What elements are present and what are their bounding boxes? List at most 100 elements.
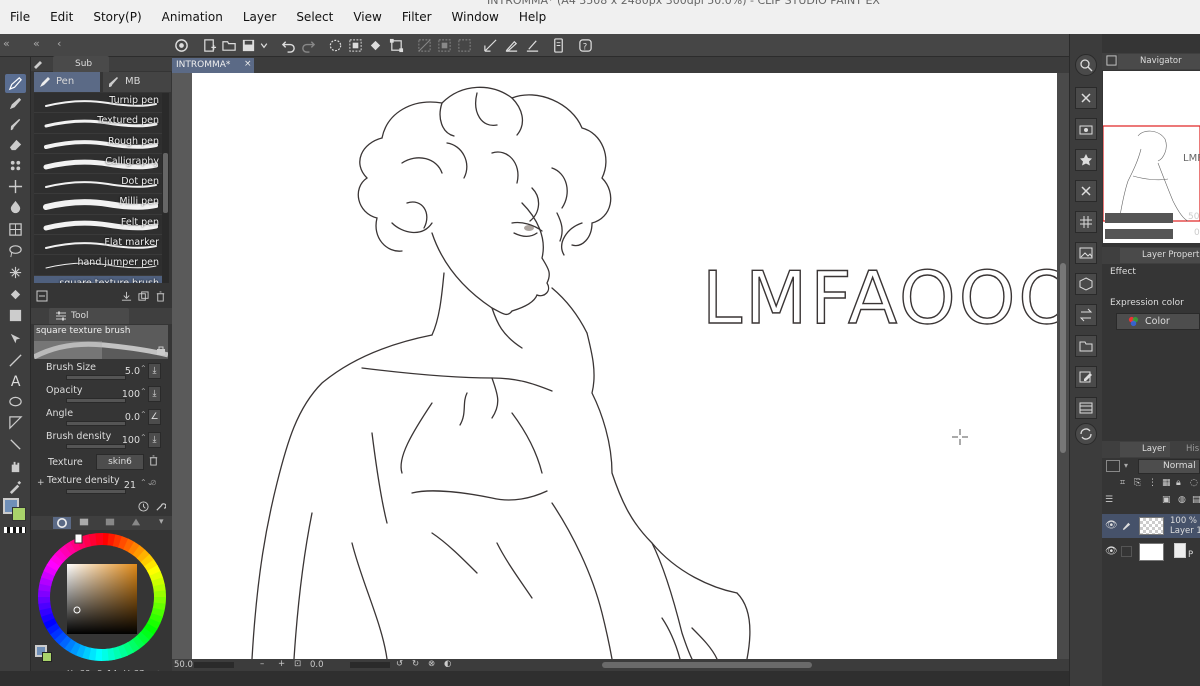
- camera-icon[interactable]: [1075, 118, 1097, 140]
- correct-line-tool-icon[interactable]: [5, 435, 26, 454]
- brush-item[interactable]: Turnip pen: [34, 93, 162, 114]
- layer-lock-icon[interactable]: 🔒︎: [1176, 478, 1181, 488]
- texture-density-value[interactable]: 21: [114, 480, 136, 491]
- visibility-eye-icon[interactable]: 👁︎: [1105, 520, 1118, 531]
- chevron-left-icon[interactable]: ‹: [57, 37, 61, 50]
- rotation-slider[interactable]: [350, 662, 390, 668]
- density-pressure-icon[interactable]: ⤓: [148, 432, 161, 448]
- nav-zoom-value[interactable]: 50: [1188, 212, 1199, 222]
- tab-mb-starter[interactable]: MB Starter: [103, 72, 171, 107]
- smartphone-icon[interactable]: [550, 37, 567, 54]
- collapse-left-icon[interactable]: «: [3, 37, 10, 50]
- layer-ref-icon[interactable]: ⌗: [1120, 478, 1125, 488]
- lock-icon[interactable]: [156, 345, 166, 358]
- opacity-slider[interactable]: [66, 398, 126, 403]
- folder-icon[interactable]: [1075, 335, 1097, 357]
- brush-item[interactable]: Rough pen: [34, 134, 162, 154]
- save-icon[interactable]: [240, 37, 257, 54]
- angle-icon[interactable]: ∠: [148, 409, 161, 425]
- brush-list-scrollbar[interactable]: [162, 93, 169, 283]
- color-wheel[interactable]: [35, 530, 169, 664]
- edit-icon[interactable]: [1075, 366, 1097, 388]
- menu-filter[interactable]: Filter: [392, 0, 442, 34]
- bucket-icon[interactable]: [367, 37, 384, 54]
- frame-tool-icon[interactable]: [5, 220, 26, 239]
- nav-rotation-slider[interactable]: [1105, 229, 1173, 239]
- figure-tool-icon[interactable]: [5, 351, 26, 370]
- brush-size-slider[interactable]: [66, 375, 126, 380]
- deselect-icon[interactable]: [416, 37, 433, 54]
- redo-icon[interactable]: [300, 37, 317, 54]
- download-icon[interactable]: [121, 291, 132, 302]
- opacity-value[interactable]: 100: [118, 389, 140, 400]
- angle-slider[interactable]: [66, 421, 126, 426]
- brush-item[interactable]: hand jumper pen: [34, 255, 162, 276]
- brush-item[interactable]: Dot pen: [34, 174, 162, 195]
- text-tool-icon[interactable]: A: [5, 371, 26, 390]
- brush-tool-icon[interactable]: [5, 115, 26, 134]
- layer-clip-icon[interactable]: ⎘: [1134, 478, 1141, 488]
- fill-icon[interactable]: [347, 37, 364, 54]
- subtool-panel-title[interactable]: Sub Tool: [53, 56, 109, 85]
- panel-menu-icon[interactable]: ▾: [159, 517, 169, 529]
- move-tool-icon[interactable]: [5, 177, 26, 196]
- rotate-right-icon[interactable]: ↻: [412, 659, 419, 669]
- close-panel-icon[interactable]: [1075, 180, 1097, 202]
- pen-edit-icon[interactable]: [524, 37, 541, 54]
- navigator-toggle-icon[interactable]: [1075, 54, 1097, 76]
- blend-mode-select[interactable]: Normal: [1138, 459, 1200, 474]
- brush-density-value[interactable]: 100: [118, 435, 140, 446]
- clear-icon[interactable]: [327, 37, 344, 54]
- texture-select[interactable]: skin6: [96, 454, 144, 470]
- edit-pencil-icon[interactable]: [1121, 520, 1132, 531]
- transform-icon[interactable]: [388, 37, 405, 54]
- grid-icon[interactable]: [1075, 211, 1097, 233]
- wrench-icon[interactable]: [155, 501, 167, 512]
- ruler-icon[interactable]: [482, 37, 499, 54]
- clip-studio-icon[interactable]: [173, 37, 190, 54]
- zoom-value[interactable]: 50.0: [174, 660, 193, 670]
- collapse-panel-icon[interactable]: «: [33, 37, 40, 50]
- history-tab[interactable]: His: [1170, 442, 1200, 457]
- swap-icon[interactable]: [1075, 304, 1097, 326]
- new-file-icon[interactable]: [201, 37, 218, 54]
- reset-rotation-icon[interactable]: ⊗: [428, 659, 435, 669]
- hue-handle[interactable]: [74, 533, 83, 544]
- lasso-tool-icon[interactable]: [5, 241, 26, 260]
- canvas-vertical-scrollbar[interactable]: [1057, 73, 1069, 659]
- menu-story[interactable]: Story(P): [83, 0, 151, 34]
- gradient-tool-icon[interactable]: [5, 306, 26, 325]
- material-close-icon[interactable]: [1075, 87, 1097, 109]
- hue-segment[interactable]: [38, 595, 51, 604]
- brush-item[interactable]: Flat marker: [34, 235, 162, 256]
- blend-chevron-icon[interactable]: ▾: [1124, 461, 1128, 470]
- sync-icon[interactable]: [1075, 423, 1097, 445]
- tab-pen[interactable]: Pen: [34, 72, 100, 92]
- document-tab[interactable]: INTROMMA*: [172, 58, 254, 73]
- operation-tool-icon[interactable]: [5, 329, 26, 348]
- layer-draft-icon[interactable]: ⋮: [1148, 478, 1157, 488]
- undo-icon[interactable]: [280, 37, 297, 54]
- brush-item[interactable]: Calligraphy: [34, 154, 162, 175]
- rotation-value[interactable]: 0.0: [310, 660, 324, 670]
- zoom-slider[interactable]: [194, 662, 234, 668]
- eyedropper-tool-icon[interactable]: [5, 477, 26, 496]
- reset-icon[interactable]: [138, 500, 149, 512]
- rotate-left-icon[interactable]: ↺: [396, 659, 403, 669]
- hue-segment[interactable]: [95, 533, 104, 546]
- navigator-title[interactable]: Navigator: [1118, 54, 1200, 69]
- flip-icon[interactable]: ◐: [444, 659, 451, 669]
- magic-wand-tool-icon[interactable]: [5, 263, 26, 282]
- menu-view[interactable]: View: [343, 0, 391, 34]
- color-wheel-tab[interactable]: [53, 517, 71, 529]
- menu-layer[interactable]: Layer: [233, 0, 286, 34]
- intermediate-color-tab[interactable]: [131, 517, 145, 529]
- layer-row[interactable]: 👁︎ 100 % N Layer 1: [1102, 514, 1200, 538]
- expand-icon[interactable]: +: [37, 478, 45, 488]
- menu-select[interactable]: Select: [286, 0, 343, 34]
- layer-color-icon[interactable]: ◌: [1190, 478, 1198, 488]
- fill-tool-icon[interactable]: [5, 285, 26, 304]
- angle-value[interactable]: 0.0: [118, 412, 140, 423]
- balloon-tool-icon[interactable]: [5, 393, 26, 412]
- ruler-tool-icon[interactable]: [5, 413, 26, 432]
